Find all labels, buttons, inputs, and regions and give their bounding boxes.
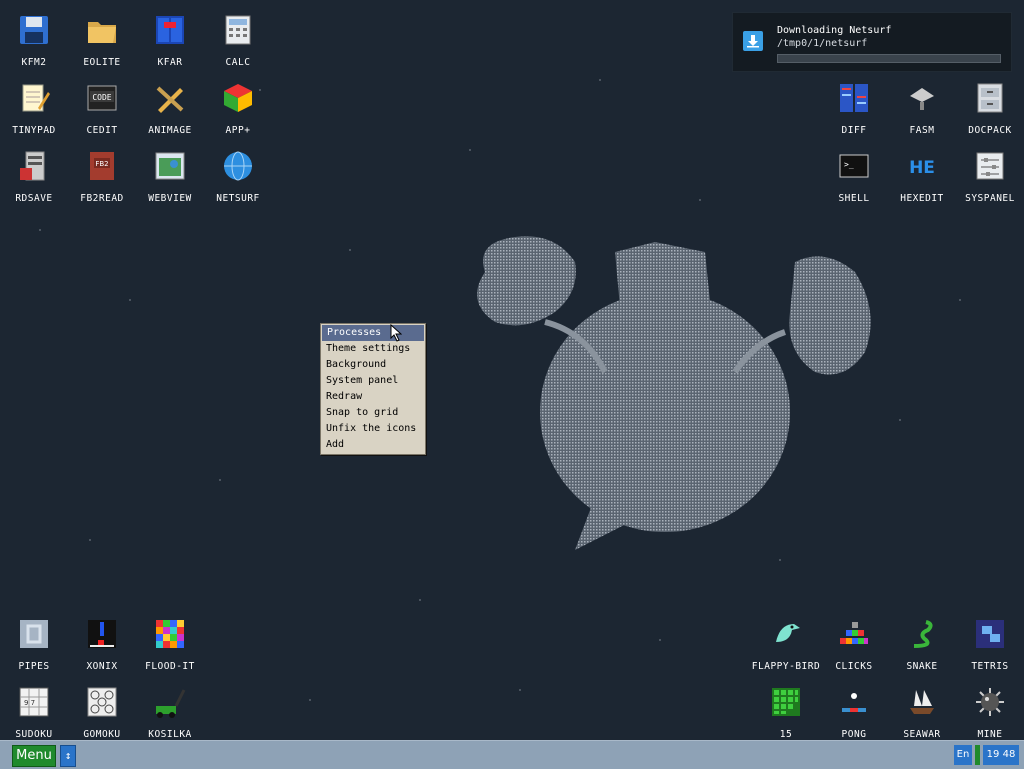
calculator-icon bbox=[221, 13, 255, 47]
lawnmower-icon bbox=[153, 685, 187, 719]
paint-tools-icon bbox=[153, 81, 187, 115]
svg-text:FB2: FB2 bbox=[95, 160, 108, 168]
gomoku-icon bbox=[85, 685, 119, 719]
svg-text:CODE: CODE bbox=[92, 93, 111, 102]
code-icon: CODE bbox=[85, 81, 119, 115]
flood-grid-icon bbox=[153, 617, 187, 651]
desktop-icon-calc[interactable]: CALC bbox=[204, 5, 272, 73]
desktop-icon-app-[interactable]: APP+ bbox=[204, 73, 272, 141]
notification-path: /tmp0/1/netsurf bbox=[777, 38, 868, 49]
context-menu-item-snap-to-grid[interactable]: Snap to grid bbox=[321, 405, 425, 421]
context-menu-item-theme-settings[interactable]: Theme settings bbox=[321, 341, 425, 357]
context-menu-item-redraw[interactable]: Redraw bbox=[321, 389, 425, 405]
hex-icon: HE bbox=[905, 149, 939, 183]
cabinet-icon bbox=[973, 81, 1007, 115]
taskbar-scroll-button[interactable]: ↕ bbox=[60, 745, 76, 767]
desktop-icon-label: APP+ bbox=[225, 125, 251, 136]
ship-icon bbox=[905, 685, 939, 719]
desktop-icon-label: KOSILKA bbox=[148, 729, 192, 740]
pong-icon bbox=[837, 685, 871, 719]
floppy-icon bbox=[17, 13, 51, 47]
keyboard-language-indicator[interactable]: En bbox=[954, 745, 972, 765]
sudoku-icon: 9 7 bbox=[17, 685, 51, 719]
desktop-icon-tetris[interactable]: TETRIS bbox=[956, 609, 1024, 677]
context-menu-item-system-panel[interactable]: System panel bbox=[321, 373, 425, 389]
desktop-icon-label: DOCPACK bbox=[968, 125, 1012, 136]
context-menu-item-unfix-icons[interactable]: Unfix the icons bbox=[321, 421, 425, 437]
svg-text:HE: HE bbox=[909, 158, 935, 178]
svg-text:9 7: 9 7 bbox=[24, 699, 35, 707]
desktop-icon-label: NETSURF bbox=[216, 193, 260, 204]
cube-icon bbox=[221, 81, 255, 115]
download-progress-bar bbox=[777, 54, 1001, 63]
globe-icon bbox=[221, 149, 255, 183]
desktop-icon-label: TETRIS bbox=[971, 661, 1009, 672]
desktop-icon-label: CALC bbox=[225, 57, 251, 68]
tetris-icon bbox=[973, 617, 1007, 651]
desktop-icon-label: FLOOD-IT bbox=[145, 661, 195, 672]
desktop-icon-netsurf[interactable]: NETSURF bbox=[204, 141, 272, 209]
desktop-icon-mine[interactable]: MINE bbox=[956, 677, 1024, 745]
snake-icon bbox=[905, 617, 939, 651]
desktop-context-menu: Processes Theme settings Background Syst… bbox=[320, 323, 426, 455]
bird-icon bbox=[769, 617, 803, 651]
desktop-icon-label: MINE bbox=[977, 729, 1003, 740]
context-menu-item-processes[interactable]: Processes bbox=[322, 325, 424, 341]
download-notification[interactable]: Downloading Netsurf /tmp0/1/netsurf bbox=[732, 12, 1012, 72]
desktop-icon-kosilka[interactable]: KOSILKA bbox=[136, 677, 204, 745]
taskbar-separator bbox=[975, 745, 980, 765]
file-manager-icon bbox=[153, 13, 187, 47]
folder-icon bbox=[85, 13, 119, 47]
webview-icon bbox=[153, 149, 187, 183]
sliders-icon bbox=[973, 149, 1007, 183]
notification-title: Downloading Netsurf bbox=[777, 25, 892, 36]
assembler-icon bbox=[905, 81, 939, 115]
wallpaper-planet-illustration bbox=[477, 236, 871, 550]
diff-icon bbox=[837, 81, 871, 115]
desktop-icon-syspanel[interactable]: SYSPANEL bbox=[956, 141, 1024, 209]
taskbar-clock[interactable]: 19 48 bbox=[983, 745, 1019, 765]
context-menu-item-add[interactable]: Add bbox=[321, 437, 425, 453]
mine-icon bbox=[973, 685, 1007, 719]
desktop-icon-label: SYSPANEL bbox=[965, 193, 1015, 204]
ramdisk-save-icon bbox=[17, 149, 51, 183]
xonix-icon bbox=[85, 617, 119, 651]
mouse-cursor-icon bbox=[390, 324, 402, 342]
svg-text:>_: >_ bbox=[844, 160, 854, 169]
start-menu-button[interactable]: Menu bbox=[12, 745, 56, 767]
download-icon bbox=[743, 31, 763, 51]
blocks-icon bbox=[837, 617, 871, 651]
fifteen-grid-icon bbox=[769, 685, 803, 719]
terminal-icon: >_ bbox=[837, 149, 871, 183]
desktop-icon-docpack[interactable]: DOCPACK bbox=[956, 73, 1024, 141]
book-icon: FB2 bbox=[85, 149, 119, 183]
notepad-icon bbox=[17, 81, 51, 115]
context-menu-item-background[interactable]: Background bbox=[321, 357, 425, 373]
pipes-icon bbox=[17, 617, 51, 651]
desktop-icon-flood-it[interactable]: FLOOD-IT bbox=[136, 609, 204, 677]
